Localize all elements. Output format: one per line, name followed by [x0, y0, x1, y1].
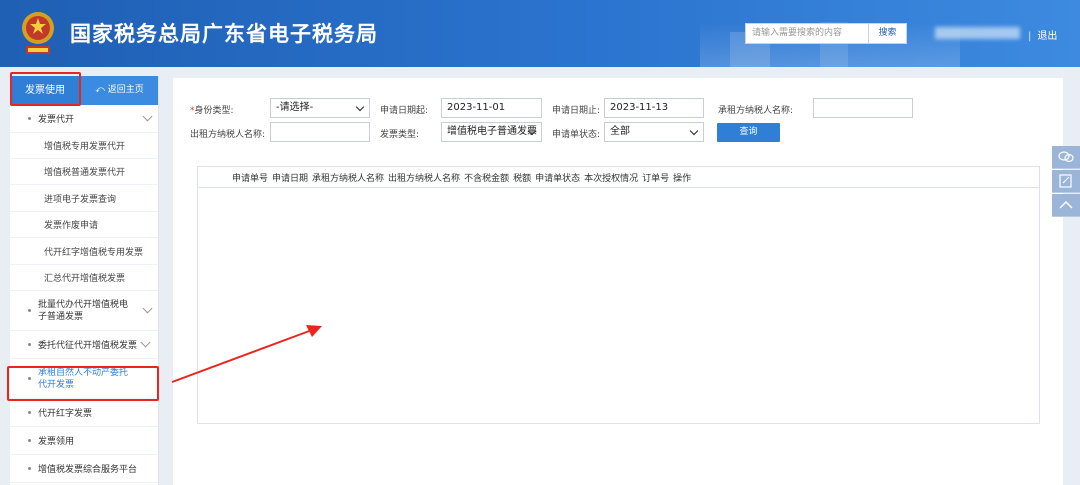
annotation-arrow: [171, 325, 322, 383]
